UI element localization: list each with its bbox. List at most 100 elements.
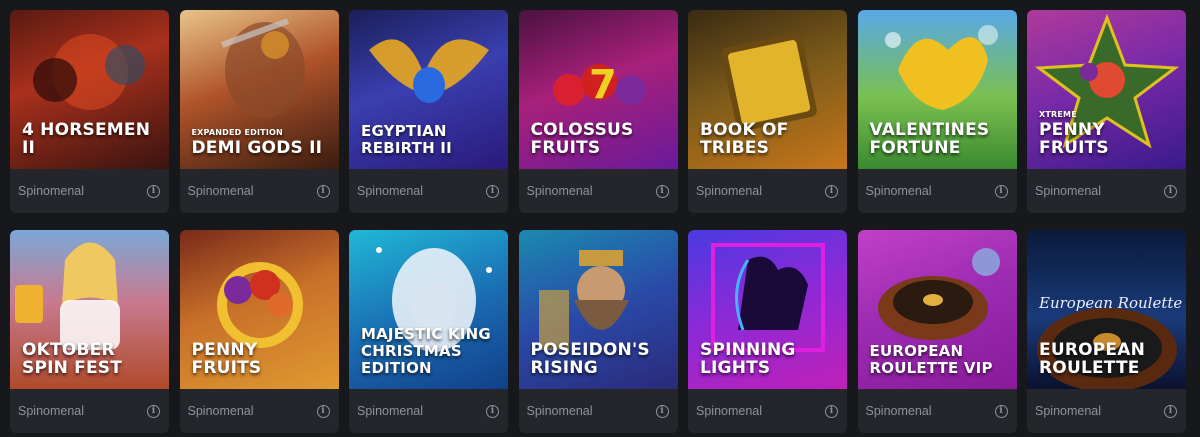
info-icon[interactable] [316,184,330,198]
info-icon[interactable] [994,184,1008,198]
provider-label: Spinomenal [357,184,424,198]
provider-label: Spinomenal [357,404,424,418]
game-title: Spinning Lights [700,341,839,377]
game-title-text: 4 HorsemeN II [22,120,151,158]
provider-label: Spinomenal [526,184,593,198]
game-thumbnail[interactable]: Poseidon's Rising [518,230,678,389]
game-card-footer: Spinomenal [519,389,678,433]
game-thumbnail[interactable]: Majestic King Christmas Edition [349,230,508,389]
game-card-footer: Spinomenal [519,169,678,213]
game-thumbnail[interactable]: European Roulette VIP [857,230,1017,389]
provider-label: Spinomenal [18,404,85,418]
game-thumbnail[interactable]: 7 Colossus Fruits [518,10,678,169]
game-title: European Roulette [1039,341,1178,377]
game-thumbnail[interactable]: Egyptian Rebirth II [349,10,508,169]
game-title: Oktober Spin Fest [22,341,161,377]
game-thumbnail[interactable]: Valentines Fortune [857,10,1017,169]
game-card-footer: Spinomenal [349,169,508,213]
game-card-footer: Spinomenal [858,389,1017,433]
game-card-footer: Spinomenal [10,389,169,433]
game-title: Penny Fruits [192,341,331,377]
game-title-text: Book of Tribes [700,120,789,158]
game-card[interactable]: Book of Tribes Spinomenal [688,10,847,213]
game-thumbnail[interactable]: Book of Tribes [688,10,847,169]
info-icon[interactable] [825,184,838,198]
info-icon[interactable] [147,184,160,198]
info-icon[interactable] [1164,184,1177,198]
provider-label: Spinomenal [696,404,763,418]
provider-label: Spinomenal [187,184,254,198]
info-icon[interactable] [1164,404,1177,418]
info-icon[interactable] [316,404,330,418]
game-title-text: Penny Fruits [191,340,262,378]
provider-label: Spinomenal [865,404,932,418]
provider-label: Spinomenal [696,184,763,198]
provider-label: Spinomenal [865,184,932,198]
games-grid: 4 HorsemeN IISpinomenalExpanded EditionD… [0,0,1200,437]
svg-text:European Roulette: European Roulette [1038,294,1182,312]
game-title: Majestic King Christmas Edition [361,326,500,377]
game-title-text: Majestic King Christmas Edition [361,325,491,377]
game-card[interactable]: 4 HorsemeN II Spinomenal [10,10,169,213]
game-title-text: Valentines Fortune [869,120,990,158]
svg-text:7: 7 [589,62,617,108]
game-card[interactable]: Penny Fruits Spinomenal [179,230,339,433]
provider-label: Spinomenal [18,184,85,198]
info-icon[interactable] [147,404,160,418]
game-card-footer: Spinomenal [688,389,847,433]
info-icon[interactable] [486,184,499,198]
game-card-footer: Spinomenal [349,389,508,433]
game-card-footer: Spinomenal [180,389,339,433]
game-title-text: European Roulette [1039,340,1146,378]
game-thumbnail[interactable]: Penny Fruits [179,230,339,389]
game-card[interactable]: Xtreme Penny Fruits Spinomenal [1027,10,1186,213]
game-card-footer: Spinomenal [688,169,847,213]
game-card[interactable]: Spinning Lights Spinomenal [688,230,847,433]
info-icon[interactable] [486,404,499,418]
game-title-text: European Roulette VIP [869,342,993,377]
game-card[interactable]: Poseidon's Rising Spinomenal [518,230,678,433]
info-icon[interactable] [994,404,1008,418]
game-thumbnail[interactable]: Expanded Edition Demi Gods II [179,10,339,169]
game-thumbnail[interactable]: European Roulette European Roulette [1027,230,1186,389]
provider-label: Spinomenal [1035,184,1102,198]
game-title: Valentines Fortune [870,121,1009,157]
game-subtitle: Xtreme [1039,110,1077,119]
game-thumbnail[interactable]: Xtreme Penny Fruits [1027,10,1186,169]
game-title-text: Egyptian Rebirth II [361,122,452,157]
game-card-footer: Spinomenal [858,169,1017,213]
game-title-text: Poseidon's Rising [530,340,650,378]
game-thumbnail[interactable]: Oktober Spin Fest [10,230,169,389]
game-card-footer: Spinomenal [1027,389,1186,433]
game-card[interactable]: Oktober Spin Fest Spinomenal [10,230,169,433]
game-title: Book of Tribes [700,121,839,157]
game-title: European Roulette VIP [870,343,1009,377]
game-title: 4 HorsemeN II [22,121,161,157]
game-card[interactable]: Majestic King Christmas Edition Spinomena… [349,230,508,433]
game-thumbnail[interactable]: Spinning Lights [688,230,847,389]
game-title-text: Penny Fruits [1039,120,1109,158]
game-title: Poseidon's Rising [531,341,670,377]
info-icon[interactable] [825,404,838,418]
game-card[interactable]: 7 Colossus Fruits Spinomenal [518,10,678,213]
game-title-text: Spinning Lights [700,340,796,378]
game-card[interactable]: European Roulette European Roulette Spinom… [1027,230,1186,433]
game-card[interactable]: Expanded Edition Demi Gods II Spinomenal [179,10,339,213]
game-title: Colossus Fruits [531,121,670,157]
info-icon[interactable] [655,404,669,418]
game-title-text: Oktober Spin Fest [22,340,123,378]
game-thumbnail[interactable]: 4 HorsemeN II [10,10,169,169]
game-card-footer: Spinomenal [10,169,169,213]
game-title-text: Colossus Fruits [530,120,634,158]
game-card[interactable]: European Roulette VIP Spinomenal [857,230,1017,433]
game-title: Expanded Edition Demi Gods II [192,128,331,157]
game-card[interactable]: Valentines Fortune Spinomenal [857,10,1017,213]
game-title: Egyptian Rebirth II [361,123,500,157]
game-card[interactable]: Egyptian Rebirth II Spinomenal [349,10,508,213]
game-card-footer: Spinomenal [1027,169,1186,213]
game-title-text: Demi Gods II [191,138,323,158]
provider-label: Spinomenal [187,404,254,418]
provider-label: Spinomenal [1035,404,1102,418]
info-icon[interactable] [655,184,669,198]
game-title: Xtreme Penny Fruits [1039,110,1178,157]
